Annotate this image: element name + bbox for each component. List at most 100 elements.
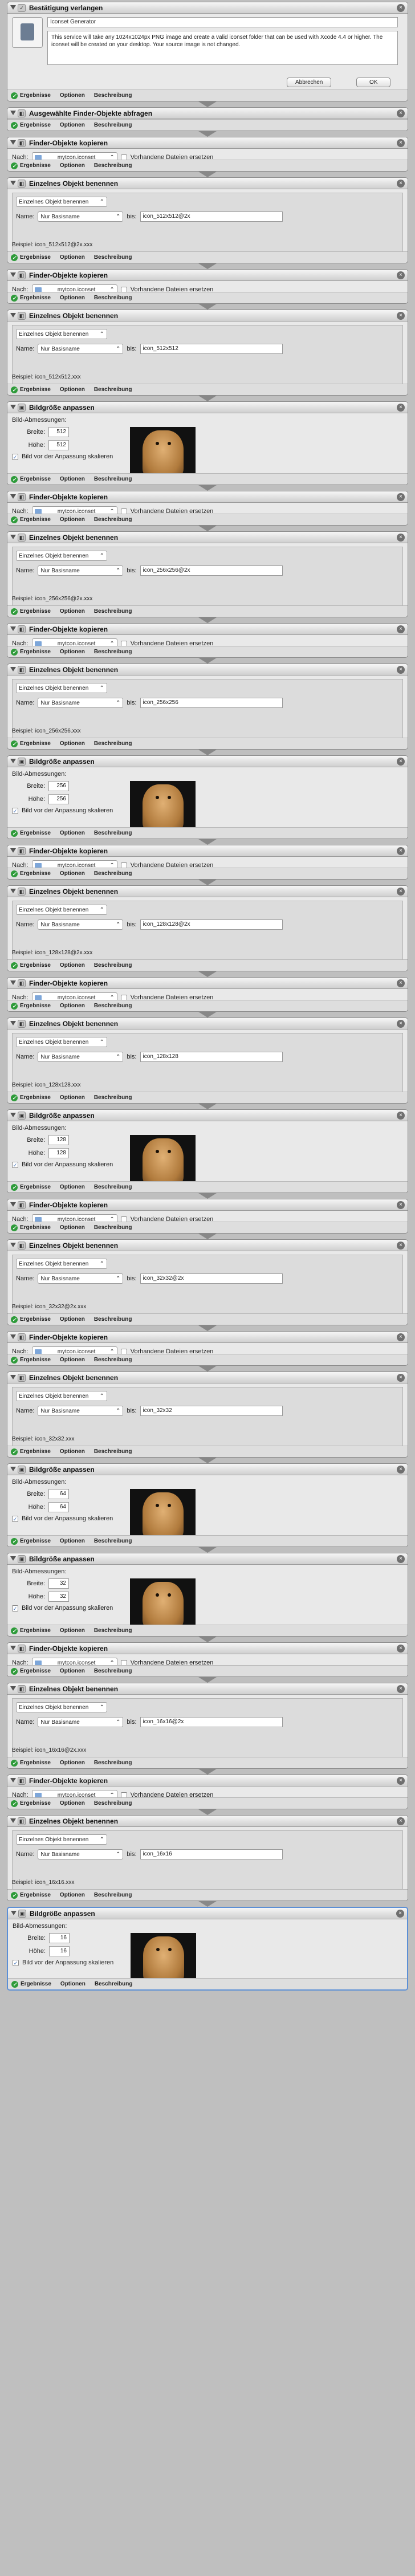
name-scope-popup[interactable]: Nur Basisname ⌃ [38, 565, 124, 576]
disclosure-triangle-icon[interactable] [10, 181, 16, 185]
action-header[interactable]: ◧ Ausgewählte Finder-Objekte abfragen × [7, 108, 408, 119]
width-field[interactable]: 32 [48, 1578, 69, 1589]
action-header[interactable]: ✓ Bestätigung verlangen × [7, 2, 408, 14]
name-scope-popup[interactable]: Nur Basisname ⌃ [38, 1052, 124, 1062]
action-header[interactable]: ◧ Einzelnes Objekt benennen × [7, 1018, 408, 1029]
results-tab[interactable]: ✓ Ergebnisse [11, 1980, 51, 1988]
results-tab[interactable]: ✓ Ergebnisse [11, 92, 51, 99]
disclosure-triangle-icon[interactable] [10, 1646, 16, 1650]
action-header[interactable]: ◧ Einzelnes Objekt benennen × [7, 1683, 408, 1695]
scale-before-checkbox[interactable]: ✓ [12, 1161, 18, 1168]
results-tab[interactable]: ✓ Ergebnisse [11, 475, 51, 483]
height-field[interactable]: 64 [48, 1502, 69, 1512]
options-tab[interactable]: Optionen [60, 1538, 85, 1544]
description-tab[interactable]: Beschreibung [94, 608, 132, 615]
name-scope-popup[interactable]: Nur Basisname ⌃ [38, 1849, 124, 1859]
action-header[interactable]: ◧ Finder-Objekte kopieren × [7, 1775, 408, 1786]
results-tab[interactable]: ✓ Ergebnisse [11, 1094, 51, 1101]
action-rename-item[interactable]: ◧ Einzelnes Objekt benennen × Einzelnes … [7, 664, 408, 750]
disclosure-triangle-icon[interactable] [10, 1778, 16, 1783]
description-tab[interactable]: Beschreibung [94, 122, 132, 128]
disclosure-triangle-icon[interactable] [10, 1556, 16, 1561]
height-field[interactable]: 32 [48, 1592, 69, 1602]
options-tab[interactable]: Optionen [60, 1184, 85, 1190]
results-tab[interactable]: ✓ Ergebnisse [11, 740, 51, 747]
close-icon[interactable]: × [397, 493, 405, 501]
description-tab[interactable]: Beschreibung [94, 1760, 132, 1766]
action-rename-item[interactable]: ◧ Einzelnes Objekt benennen × Einzelnes … [7, 1683, 408, 1769]
action-copy-finder-items[interactable]: ◧ Finder-Objekte kopieren × Nach: mytcon… [7, 1775, 408, 1809]
description-tab[interactable]: Beschreibung [94, 386, 132, 393]
action-header[interactable]: ◧ Finder-Objekte kopieren × [7, 270, 408, 281]
rename-mode-popup[interactable]: Einzelnes Objekt benennen ⌃ [16, 1834, 107, 1845]
action-header[interactable]: ▣ Bildgröße anpassen × [7, 1464, 408, 1475]
description-tab[interactable]: Beschreibung [94, 830, 132, 836]
description-tab[interactable]: Beschreibung [94, 1357, 132, 1363]
action-scale-image[interactable]: ▣ Bildgröße anpassen × Bild-Abmessungen:… [7, 1553, 408, 1637]
cancel-button[interactable]: Abbrechen [287, 78, 332, 87]
action-copy-finder-items[interactable]: ◧ Finder-Objekte kopieren × Nach: mytcon… [7, 1199, 408, 1234]
action-header[interactable]: ◧ Finder-Objekte kopieren × [7, 624, 408, 635]
results-tab[interactable]: ✓ Ergebnisse [11, 1891, 51, 1899]
name-scope-popup[interactable]: Nur Basisname ⌃ [38, 1273, 124, 1284]
options-tab[interactable]: Optionen [60, 649, 85, 655]
disclosure-triangle-icon[interactable] [10, 405, 16, 409]
options-tab[interactable]: Optionen [60, 1224, 85, 1231]
action-header[interactable]: ◧ Einzelnes Objekt benennen × [7, 178, 408, 189]
action-rename-item[interactable]: ◧ Einzelnes Objekt benennen × Einzelnes … [7, 310, 408, 396]
options-tab[interactable]: Optionen [60, 1627, 85, 1634]
description-tab[interactable]: Beschreibung [94, 1538, 132, 1544]
width-field[interactable]: 512 [48, 427, 69, 437]
close-icon[interactable]: × [397, 1466, 405, 1474]
close-icon[interactable]: × [397, 1020, 405, 1028]
close-icon[interactable]: × [397, 1645, 405, 1653]
options-tab[interactable]: Optionen [60, 122, 85, 128]
height-field[interactable]: 256 [48, 794, 69, 804]
disclosure-triangle-icon[interactable] [10, 1202, 16, 1207]
disclosure-triangle-icon[interactable] [10, 759, 16, 763]
results-tab[interactable]: ✓ Ergebnisse [11, 1800, 51, 1807]
close-icon[interactable]: × [397, 404, 405, 412]
name-scope-popup[interactable]: Nur Basisname ⌃ [38, 919, 124, 930]
description-tab[interactable]: Beschreibung [94, 1892, 132, 1898]
close-icon[interactable]: × [397, 312, 405, 320]
close-icon[interactable]: × [397, 271, 405, 279]
close-icon[interactable]: × [397, 1242, 405, 1250]
height-field[interactable]: 512 [48, 440, 69, 450]
close-icon[interactable]: × [397, 139, 405, 147]
close-icon[interactable]: × [397, 1201, 405, 1209]
results-tab[interactable]: ✓ Ergebnisse [11, 1448, 51, 1455]
close-icon[interactable]: × [397, 1112, 405, 1120]
new-name-field[interactable]: icon_512x512@2x [140, 211, 283, 222]
results-tab[interactable]: ✓ Ergebnisse [11, 1183, 51, 1191]
action-rename-item[interactable]: ◧ Einzelnes Objekt benennen × Einzelnes … [7, 1372, 408, 1458]
action-header[interactable]: ◧ Finder-Objekte kopieren × [7, 978, 408, 989]
action-header[interactable]: ◧ Finder-Objekte kopieren × [7, 137, 408, 149]
action-header[interactable]: ◧ Finder-Objekte kopieren × [7, 1199, 408, 1211]
close-icon[interactable]: × [397, 1817, 405, 1825]
close-icon[interactable]: × [397, 1555, 405, 1563]
ok-button[interactable]: OK [356, 78, 391, 87]
options-tab[interactable]: Optionen [60, 1800, 85, 1806]
description-tab[interactable]: Beschreibung [94, 1627, 132, 1634]
name-scope-popup[interactable]: Nur Basisname ⌃ [38, 1717, 124, 1727]
name-scope-popup[interactable]: Nur Basisname ⌃ [38, 698, 124, 708]
action-copy-finder-items[interactable]: ◧ Finder-Objekte kopieren × Nach: mytcon… [7, 491, 408, 526]
action-rename-item[interactable]: ◧ Einzelnes Objekt benennen × Einzelnes … [7, 177, 408, 263]
scale-before-checkbox[interactable]: ✓ [12, 807, 18, 814]
rename-mode-popup[interactable]: Einzelnes Objekt benennen ⌃ [16, 551, 107, 561]
action-rename-item[interactable]: ◧ Einzelnes Objekt benennen × Einzelnes … [7, 1815, 408, 1901]
description-tab[interactable]: Beschreibung [95, 1981, 133, 1987]
new-name-field[interactable]: icon_256x256 [140, 698, 283, 708]
action-copy-finder-items[interactable]: ◧ Finder-Objekte kopieren × Nach: mytcon… [7, 845, 408, 880]
new-name-field[interactable]: icon_512x512 [140, 344, 283, 354]
scale-before-checkbox[interactable]: ✓ [12, 1515, 18, 1522]
results-tab[interactable]: ✓ Ergebnisse [11, 1224, 51, 1231]
description-tab[interactable]: Beschreibung [94, 1184, 132, 1190]
action-rename-item[interactable]: ◧ Einzelnes Objekt benennen × Einzelnes … [7, 1018, 408, 1104]
rename-mode-popup[interactable]: Einzelnes Objekt benennen ⌃ [16, 1037, 107, 1047]
close-icon[interactable]: × [397, 4, 405, 12]
options-tab[interactable]: Optionen [60, 870, 85, 877]
disclosure-triangle-icon[interactable] [10, 980, 16, 985]
options-tab[interactable]: Optionen [60, 740, 85, 747]
